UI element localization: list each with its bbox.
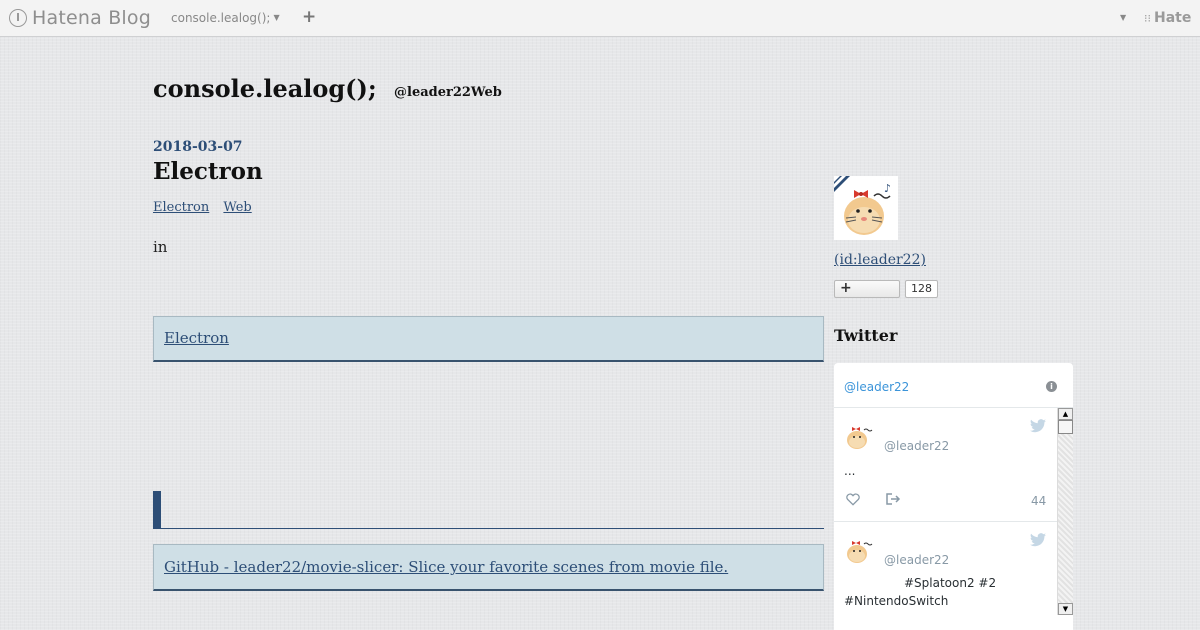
- embed-card-electron[interactable]: Electron: [153, 316, 824, 362]
- profile-avatar-image: ♪: [834, 176, 898, 240]
- blog-selector-dropdown[interactable]: console.lealog(); ▼: [171, 11, 280, 25]
- category-link-web[interactable]: Web: [223, 200, 251, 215]
- caret-down-icon: ▼: [273, 13, 280, 22]
- info-icon[interactable]: i: [1046, 381, 1057, 392]
- scroll-up-arrow-icon[interactable]: ▲: [1058, 408, 1073, 420]
- twitter-module-title: Twitter: [834, 326, 898, 345]
- twitter-widget-header: @leader22 i: [834, 363, 1073, 408]
- embed-card-github[interactable]: GitHub - leader22/movie-slicer: Slice yo…: [153, 544, 824, 591]
- user-menu-caret-icon[interactable]: ▼: [1120, 13, 1126, 22]
- tweet-text: ...: [844, 464, 856, 478]
- tweet-hashtags-line1[interactable]: #Splatoon2 #2: [904, 576, 996, 590]
- tweet-item[interactable]: @leader22 #Splatoon2 #2 #NintendoSwitch: [834, 522, 1057, 630]
- blog-title[interactable]: console.lealog();: [153, 74, 377, 103]
- hatena-label: Hate: [1154, 10, 1192, 26]
- timeline-scrollbar[interactable]: ▲ ▼: [1057, 408, 1073, 615]
- twitter-bird-icon[interactable]: [1030, 419, 1046, 433]
- hatena-logo-icon: [9, 9, 27, 27]
- entry-date[interactable]: 2018-03-07: [153, 139, 243, 155]
- hatena-menu[interactable]: ⁝⁝ Hate: [1144, 10, 1191, 26]
- global-header: Hatena Blog console.lealog(); ▼ + ▼ ⁝⁝ Hat…: [0, 0, 1200, 37]
- hatena-icon: ⁝⁝: [1144, 12, 1151, 25]
- tweet-item[interactable]: @leader22 ... 44: [834, 408, 1057, 522]
- add-entry-button[interactable]: +: [302, 7, 316, 27]
- tweet-text: #Splatoon2 #2 #NintendoSwitch: [844, 574, 1044, 610]
- twitter-bird-icon[interactable]: [1030, 533, 1046, 547]
- entry-categories: Electron Web: [153, 200, 262, 215]
- entry-title[interactable]: Electron: [153, 158, 263, 185]
- tweet-author-handle[interactable]: @leader22: [884, 439, 949, 453]
- follow-button[interactable]: +: [834, 280, 900, 298]
- tweet-hashtags-line2[interactable]: #NintendoSwitch: [844, 594, 948, 608]
- blog-description: @leader22Web: [394, 85, 502, 100]
- hatena-blog-logo[interactable]: Hatena Blog: [9, 7, 151, 29]
- embed-link-github[interactable]: GitHub - leader22/movie-slicer: Slice yo…: [164, 558, 728, 576]
- tweet-avatar[interactable]: [844, 534, 874, 564]
- tweet-list: @leader22 ... 44 @leader22 #Splatoon2 #2…: [834, 408, 1057, 630]
- category-link-electron[interactable]: Electron: [153, 200, 209, 215]
- scroll-down-arrow-icon[interactable]: ▼: [1058, 603, 1073, 615]
- heart-icon[interactable]: [846, 492, 860, 506]
- entry-body-text: in: [153, 238, 168, 256]
- scrollbar-thumb[interactable]: [1058, 420, 1073, 434]
- svg-text:♪: ♪: [884, 182, 891, 195]
- section-heading: [153, 491, 824, 529]
- like-count: 44: [1031, 494, 1047, 508]
- tweet-avatar[interactable]: [844, 420, 874, 450]
- embed-link-electron[interactable]: Electron: [164, 329, 229, 347]
- blog-selector-label: console.lealog();: [171, 11, 271, 25]
- tweet-author-handle[interactable]: @leader22: [884, 553, 949, 567]
- twitter-timeline-widget: @leader22 i @leader22 ... 44 @leader22 #…: [834, 363, 1073, 630]
- share-icon[interactable]: [885, 492, 901, 506]
- profile-avatar[interactable]: ♪: [834, 176, 898, 240]
- follower-count[interactable]: 128: [905, 280, 938, 298]
- twitter-header-handle-link[interactable]: @leader22: [844, 380, 909, 394]
- profile-id-link[interactable]: (id:leader22): [834, 252, 926, 268]
- hatena-blog-logo-text: Hatena Blog: [32, 7, 151, 29]
